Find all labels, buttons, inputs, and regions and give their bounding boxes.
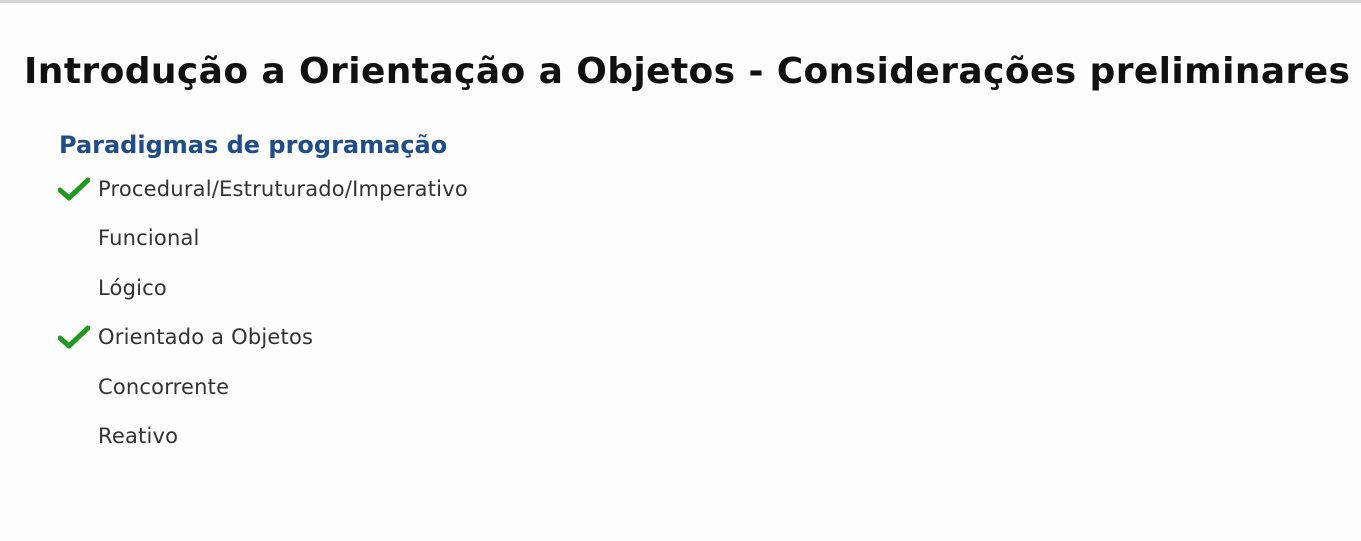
list-item-reativo: Reativo (58, 419, 468, 468)
list-item-procedural: Procedural/Estruturado/Imperativo (58, 172, 468, 221)
list-item-label: Funcional (98, 226, 200, 251)
checkmark-icon-empty (58, 419, 98, 453)
list-item-logico: Lógico (58, 271, 468, 320)
checkmark-icon (58, 172, 98, 206)
checkmark-icon-empty (58, 221, 98, 255)
checkmark-icon (58, 320, 98, 354)
list-item-label: Procedural/Estruturado/Imperativo (98, 177, 468, 201)
section-heading: Paradigmas de programação (59, 130, 448, 159)
top-divider (0, 0, 1361, 3)
checkmark-icon-empty (58, 370, 98, 404)
list-item-orientado-a-objetos: Orientado a Objetos (58, 320, 468, 369)
list-item-label: Reativo (98, 423, 179, 448)
list-item-funcional: Funcional (58, 221, 468, 270)
slide-title: Introdução a Orientação a Objetos - Cons… (24, 51, 1351, 93)
list-item-label: Lógico (98, 275, 167, 300)
paradigm-list: Procedural/Estruturado/Imperativo Funcio… (58, 172, 468, 468)
list-item-label: Concorrente (98, 374, 230, 399)
list-item-concorrente: Concorrente (58, 370, 468, 419)
checkmark-icon-empty (58, 271, 98, 305)
list-item-label: Orientado a Objetos (98, 325, 314, 350)
